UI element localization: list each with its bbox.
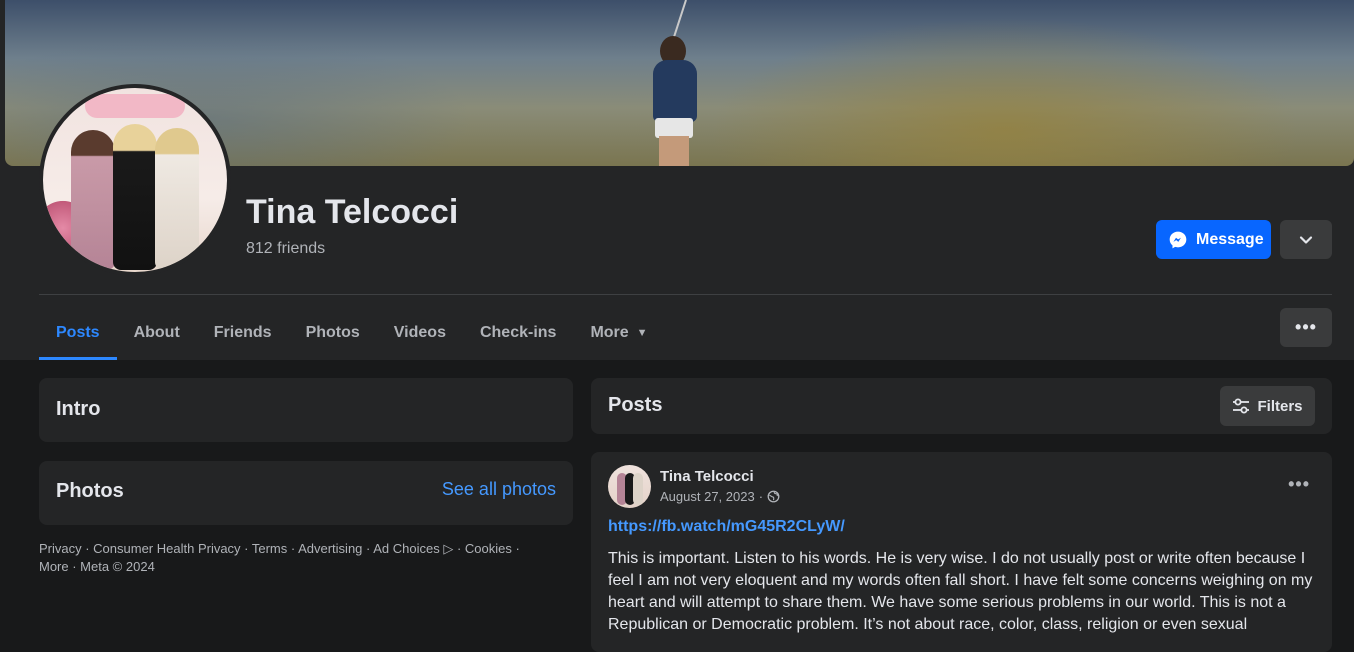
tab-more[interactable]: More ▼ [573,306,664,360]
tab-friends[interactable]: Friends [197,306,289,360]
intro-card: Intro [39,378,573,442]
ellipsis-icon: ••• [1288,474,1310,494]
tab-about[interactable]: About [117,306,197,360]
profile-more-options-button[interactable]: ••• [1280,308,1332,347]
posts-header-card: Posts Filters [591,378,1332,434]
post-link[interactable]: https://fb.watch/mG45R2CLyW/ [608,518,845,536]
post-date[interactable]: August 27, 2023 [660,489,755,504]
message-button-label: Message [1196,230,1264,248]
post-author-avatar[interactable] [608,465,651,508]
friend-count[interactable]: 812 friends [246,240,325,258]
profile-name: Tina Telcocci [246,193,459,231]
profile-dropdown-button[interactable] [1280,220,1332,259]
sliders-icon [1233,398,1250,414]
ellipsis-icon: ••• [1295,317,1317,337]
photos-title: Photos [56,480,124,502]
filters-label: Filters [1257,397,1303,415]
footer-copyright[interactable]: More · Meta © 2024 [39,558,573,576]
post-avatar-figure [633,473,643,505]
intro-title: Intro [56,398,101,420]
cover-person-legs [659,136,689,166]
post-body-text: This is important. Listen to his words. … [608,550,1313,633]
globe-icon [767,490,780,503]
tab-posts[interactable]: Posts [39,306,117,360]
see-all-photos-link[interactable]: See all photos [442,479,556,500]
message-button[interactable]: Message [1156,220,1271,259]
filters-button[interactable]: Filters [1220,386,1315,426]
post-options-button[interactable]: ••• [1288,474,1310,495]
tab-label: More [590,324,629,341]
footer-links[interactable]: Privacy · Consumer Health Privacy · Term… [39,540,573,558]
post-meta: August 27, 2023 · [660,489,780,504]
cover-fishing-rod [672,0,687,39]
photos-card: Photos See all photos [39,461,573,525]
cover-person-shorts [655,118,693,138]
tab-label: About [133,324,180,341]
tab-label: Friends [213,324,272,341]
post-card: Tina Telcocci August 27, 2023 · ••• http… [591,452,1332,652]
avatar-person-right [155,128,199,270]
chevron-down-icon [1299,235,1313,244]
tab-label: Photos [305,324,360,341]
avatar-person-left [71,130,115,270]
tab-photos[interactable]: Photos [289,306,377,360]
tab-label: Videos [393,324,446,341]
avatar-person-middle [113,124,157,270]
cover-person-body [653,60,697,122]
profile-avatar[interactable] [43,88,227,272]
meta-separator: · [758,489,764,504]
caret-down-icon: ▼ [636,327,648,339]
header-divider [39,294,1332,295]
profile-tabs: Posts About Friends Photos Videos Check-… [39,306,665,360]
tab-label: Posts [56,324,100,341]
avatar-banner [85,94,185,118]
tab-videos[interactable]: Videos [377,306,463,360]
tab-check-ins[interactable]: Check-ins [463,306,573,360]
posts-title: Posts [608,394,663,416]
post-author-name[interactable]: Tina Telcocci [660,468,754,485]
messenger-icon [1169,231,1187,248]
tab-label: Check-ins [479,324,557,341]
page-footer: Privacy · Consumer Health Privacy · Term… [39,540,573,576]
